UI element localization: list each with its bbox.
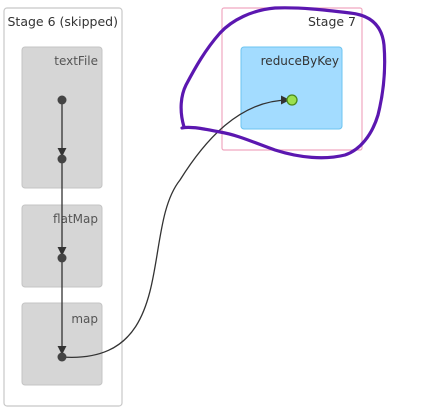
flatmap-label: flatMap xyxy=(53,212,98,226)
node-textfile-2[interactable] xyxy=(57,154,67,164)
reducebykey-cluster[interactable]: reduceByKey xyxy=(240,46,343,130)
map-label: map xyxy=(71,312,98,326)
node-reducebykey[interactable] xyxy=(286,94,298,106)
textfile-label: textFile xyxy=(54,54,98,68)
stage-6-cluster[interactable]: Stage 6 (skipped) textFile flatMap map xyxy=(3,7,123,407)
reducebykey-label: reduceByKey xyxy=(261,54,339,68)
node-map[interactable] xyxy=(57,352,67,362)
node-textfile-1[interactable] xyxy=(57,95,67,105)
stage-7-cluster[interactable]: Stage 7 reduceByKey xyxy=(221,7,363,151)
node-flatmap[interactable] xyxy=(57,253,67,263)
stage-7-label: Stage 7 xyxy=(308,14,356,29)
dag-visualization: Stage 6 (skipped) textFile flatMap map S… xyxy=(0,0,438,411)
stage-6-label: Stage 6 (skipped) xyxy=(8,14,119,29)
dag-svg: Stage 6 (skipped) textFile flatMap map S… xyxy=(3,6,387,407)
